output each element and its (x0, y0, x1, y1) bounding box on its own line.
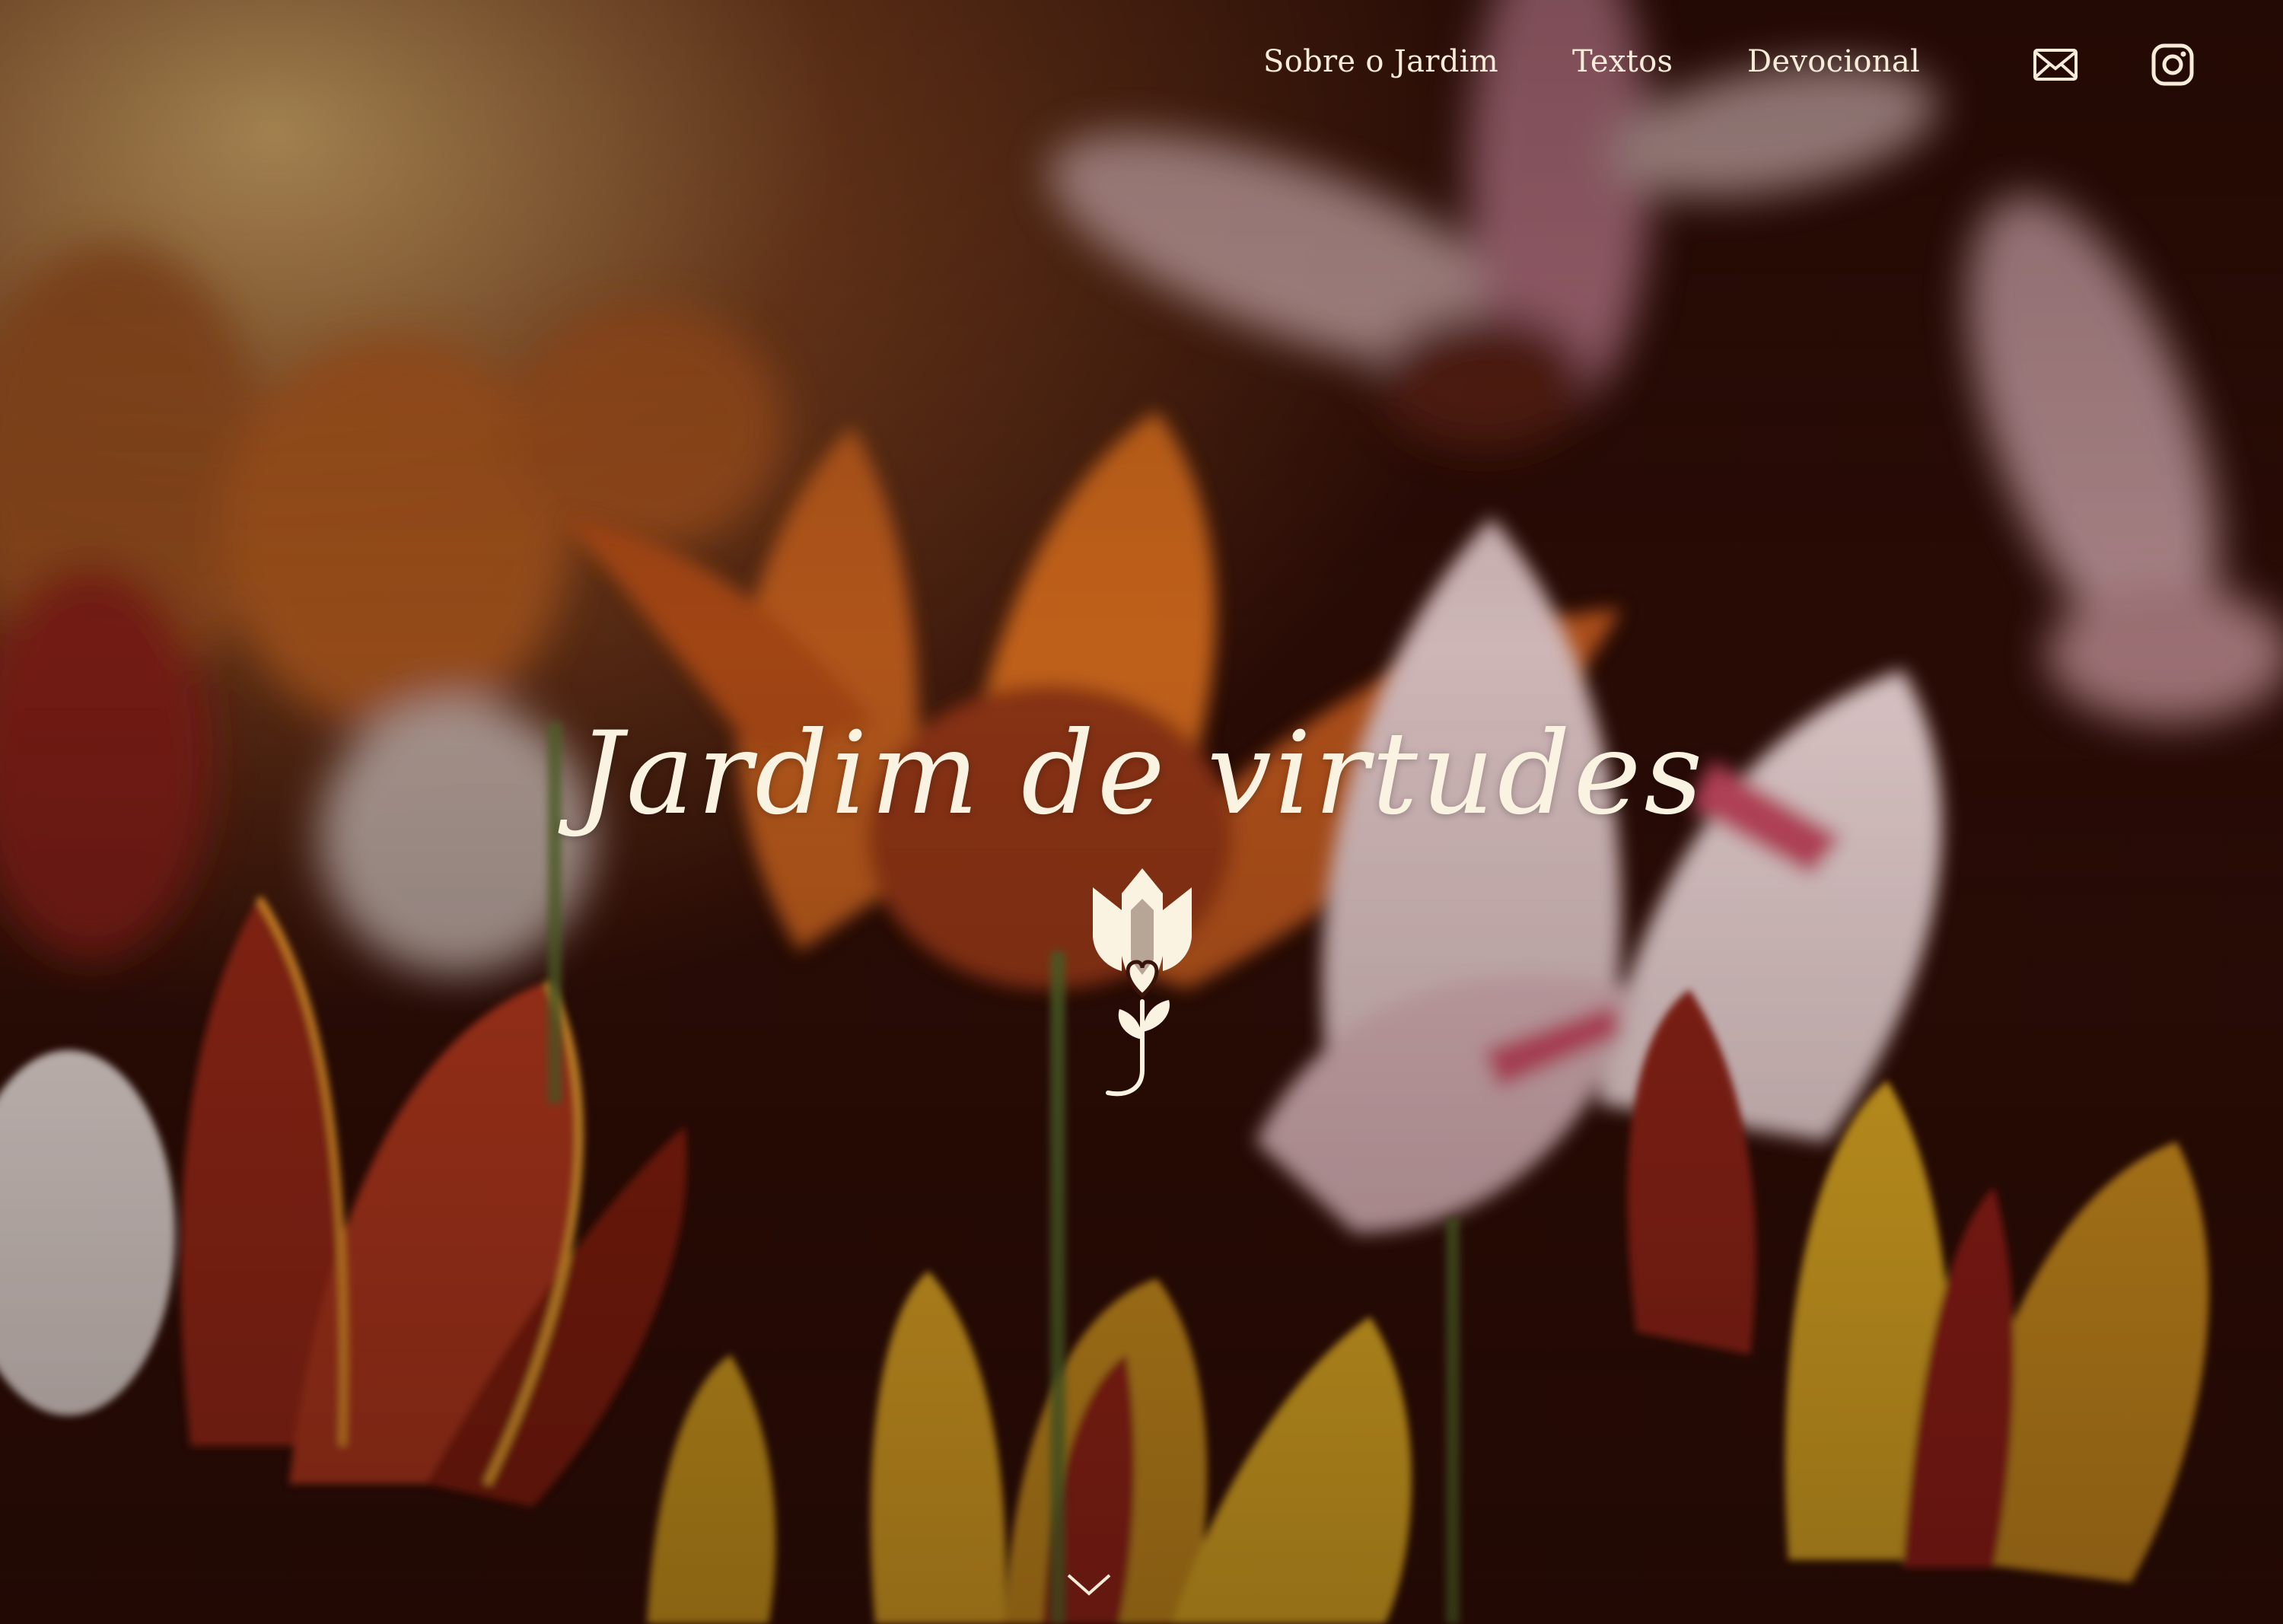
instagram-icon[interactable] (2148, 40, 2198, 90)
envelope-icon[interactable] (2030, 40, 2081, 90)
nav-devocional[interactable]: Devocional (1747, 44, 1920, 79)
hero-section: Sobre o Jardim Textos Devocional Jardim … (0, 0, 2283, 1624)
site-title: Jardim de virtudes (577, 708, 1706, 840)
nav-textos[interactable]: Textos (1572, 44, 1673, 79)
chevron-down-icon[interactable] (1064, 1569, 1114, 1600)
nav-sobre-o-jardim[interactable]: Sobre o Jardim (1263, 44, 1498, 79)
tulip-heart-icon (1093, 868, 1192, 1097)
